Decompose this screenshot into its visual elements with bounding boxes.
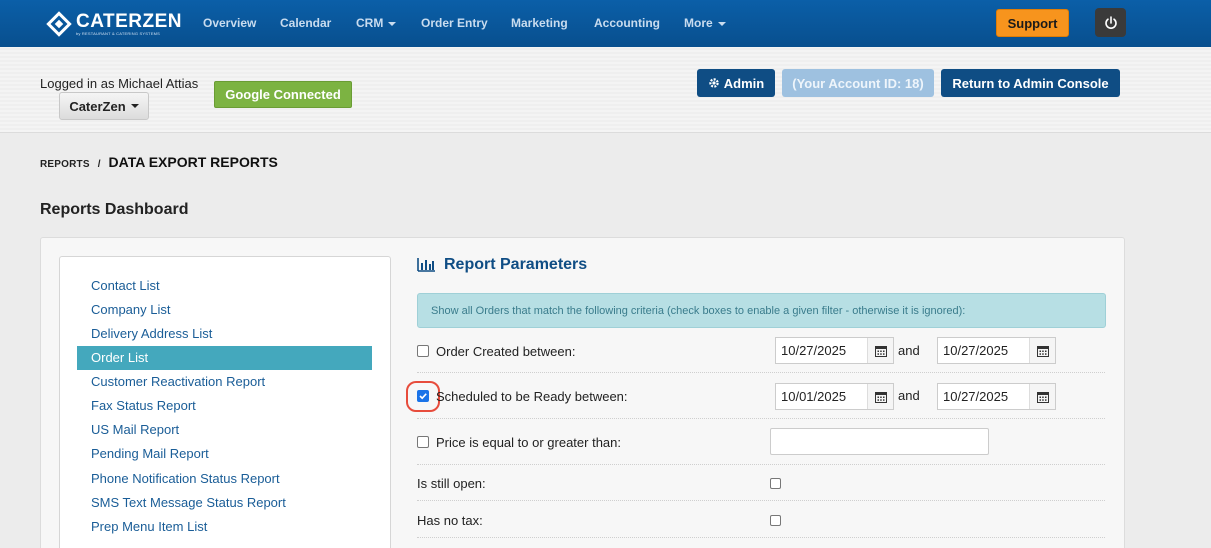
nav-calendar[interactable]: Calendar [280, 16, 331, 30]
logout-button[interactable] [1095, 8, 1126, 37]
return-admin-console-button[interactable]: Return to Admin Console [941, 69, 1120, 97]
logo-diamond-icon [46, 11, 72, 37]
order-created-label: Order Created between: [436, 344, 576, 359]
sidebar-item-us-mail[interactable]: US Mail Report [77, 418, 372, 442]
nav-crm[interactable]: CRM [356, 16, 397, 30]
sidebar-item-customer-reactivation[interactable]: Customer Reactivation Report [77, 370, 372, 394]
calendar-icon[interactable] [1029, 338, 1055, 363]
sidebar-item-prep-menu[interactable]: Prep Menu Item List [77, 515, 372, 539]
scheduled-to-input[interactable]: 10/27/2025 [937, 383, 1056, 410]
price-label: Price is equal to or greater than: [436, 435, 621, 450]
caterzen-logo[interactable]: CATERZEN by RESTAURANT & CATERING SYSTEM… [46, 10, 182, 38]
no-tax-checkbox[interactable] [770, 515, 781, 526]
order-created-from-input[interactable]: 10/27/2025 [775, 337, 894, 364]
breadcrumb: REPORTS / DATA EXPORT REPORTS [40, 154, 278, 170]
and-label: and [898, 388, 920, 403]
google-connected-button[interactable]: Google Connected [214, 81, 352, 108]
calendar-icon[interactable] [867, 384, 893, 409]
row-divider [417, 500, 1105, 501]
order-created-checkbox[interactable] [417, 345, 429, 357]
no-tax-label: Has no tax: [417, 513, 483, 528]
sidebar-item-contact-list[interactable]: Contact List [77, 274, 372, 298]
row-divider [417, 418, 1105, 419]
row-divider [417, 372, 1105, 373]
sidebar-item-sms-status[interactable]: SMS Text Message Status Report [77, 491, 372, 515]
top-nav: CATERZEN by RESTAURANT & CATERING SYSTEM… [0, 0, 1211, 47]
and-label: and [898, 343, 920, 358]
nav-order-entry[interactable]: Order Entry [421, 16, 488, 30]
support-button[interactable]: Support [996, 9, 1069, 37]
row-divider [417, 464, 1105, 465]
sidebar-item-company-list[interactable]: Company List [77, 298, 372, 322]
still-open-checkbox[interactable] [770, 478, 781, 489]
page-title: Reports Dashboard [40, 201, 189, 218]
logo-tagline: by RESTAURANT & CATERING SYSTEMS [76, 31, 160, 36]
sidebar-item-delivery-address-list[interactable]: Delivery Address List [77, 322, 372, 346]
gear-icon [709, 78, 719, 88]
calendar-icon[interactable] [867, 338, 893, 363]
filter-info-box: Show all Orders that match the following… [417, 293, 1106, 328]
account-bar: Logged in as Michael Attias CaterZen Goo… [0, 47, 1211, 133]
scheduled-from-input[interactable]: 10/01/2025 [775, 383, 894, 410]
still-open-label: Is still open: [417, 476, 486, 491]
highlight-ring [406, 381, 440, 412]
chevron-down-icon [717, 21, 726, 26]
chevron-down-icon [388, 21, 397, 26]
price-checkbox[interactable] [417, 436, 429, 448]
breadcrumb-current: DATA EXPORT REPORTS [108, 154, 278, 170]
nav-more[interactable]: More [684, 16, 726, 30]
report-parameters-header: Report Parameters [417, 256, 587, 274]
logo-name: CATERZEN [76, 11, 183, 32]
admin-button[interactable]: Admin [697, 69, 775, 97]
sidebar-item-phone-notification[interactable]: Phone Notification Status Report [77, 467, 372, 491]
order-created-to-input[interactable]: 10/27/2025 [937, 337, 1056, 364]
filter-info-text: Show all Orders that match the following… [431, 304, 966, 317]
report-parameters-title: Report Parameters [444, 256, 588, 273]
account-id-button[interactable]: (Your Account ID: 18) [782, 69, 934, 97]
price-input[interactable] [770, 428, 989, 455]
calendar-icon[interactable] [1029, 384, 1055, 409]
company-dropdown[interactable]: CaterZen [59, 92, 149, 120]
row-divider [417, 537, 1105, 538]
nav-accounting[interactable]: Accounting [594, 16, 660, 30]
chevron-down-icon [130, 104, 139, 108]
breadcrumb-separator: / [97, 159, 101, 170]
power-icon [1104, 15, 1117, 29]
scheduled-ready-label: Scheduled to be Ready between: [436, 389, 628, 404]
nav-marketing[interactable]: Marketing [511, 16, 568, 30]
sidebar-item-order-list[interactable]: Order List [77, 346, 372, 370]
nav-overview[interactable]: Overview [203, 16, 256, 30]
breadcrumb-reports-link[interactable]: REPORTS [40, 159, 90, 170]
bar-chart-icon [417, 258, 435, 272]
sidebar-item-fax-status[interactable]: Fax Status Report [77, 394, 372, 418]
logged-in-text: Logged in as Michael Attias [40, 76, 199, 91]
sidebar-item-pending-mail[interactable]: Pending Mail Report [77, 442, 372, 466]
